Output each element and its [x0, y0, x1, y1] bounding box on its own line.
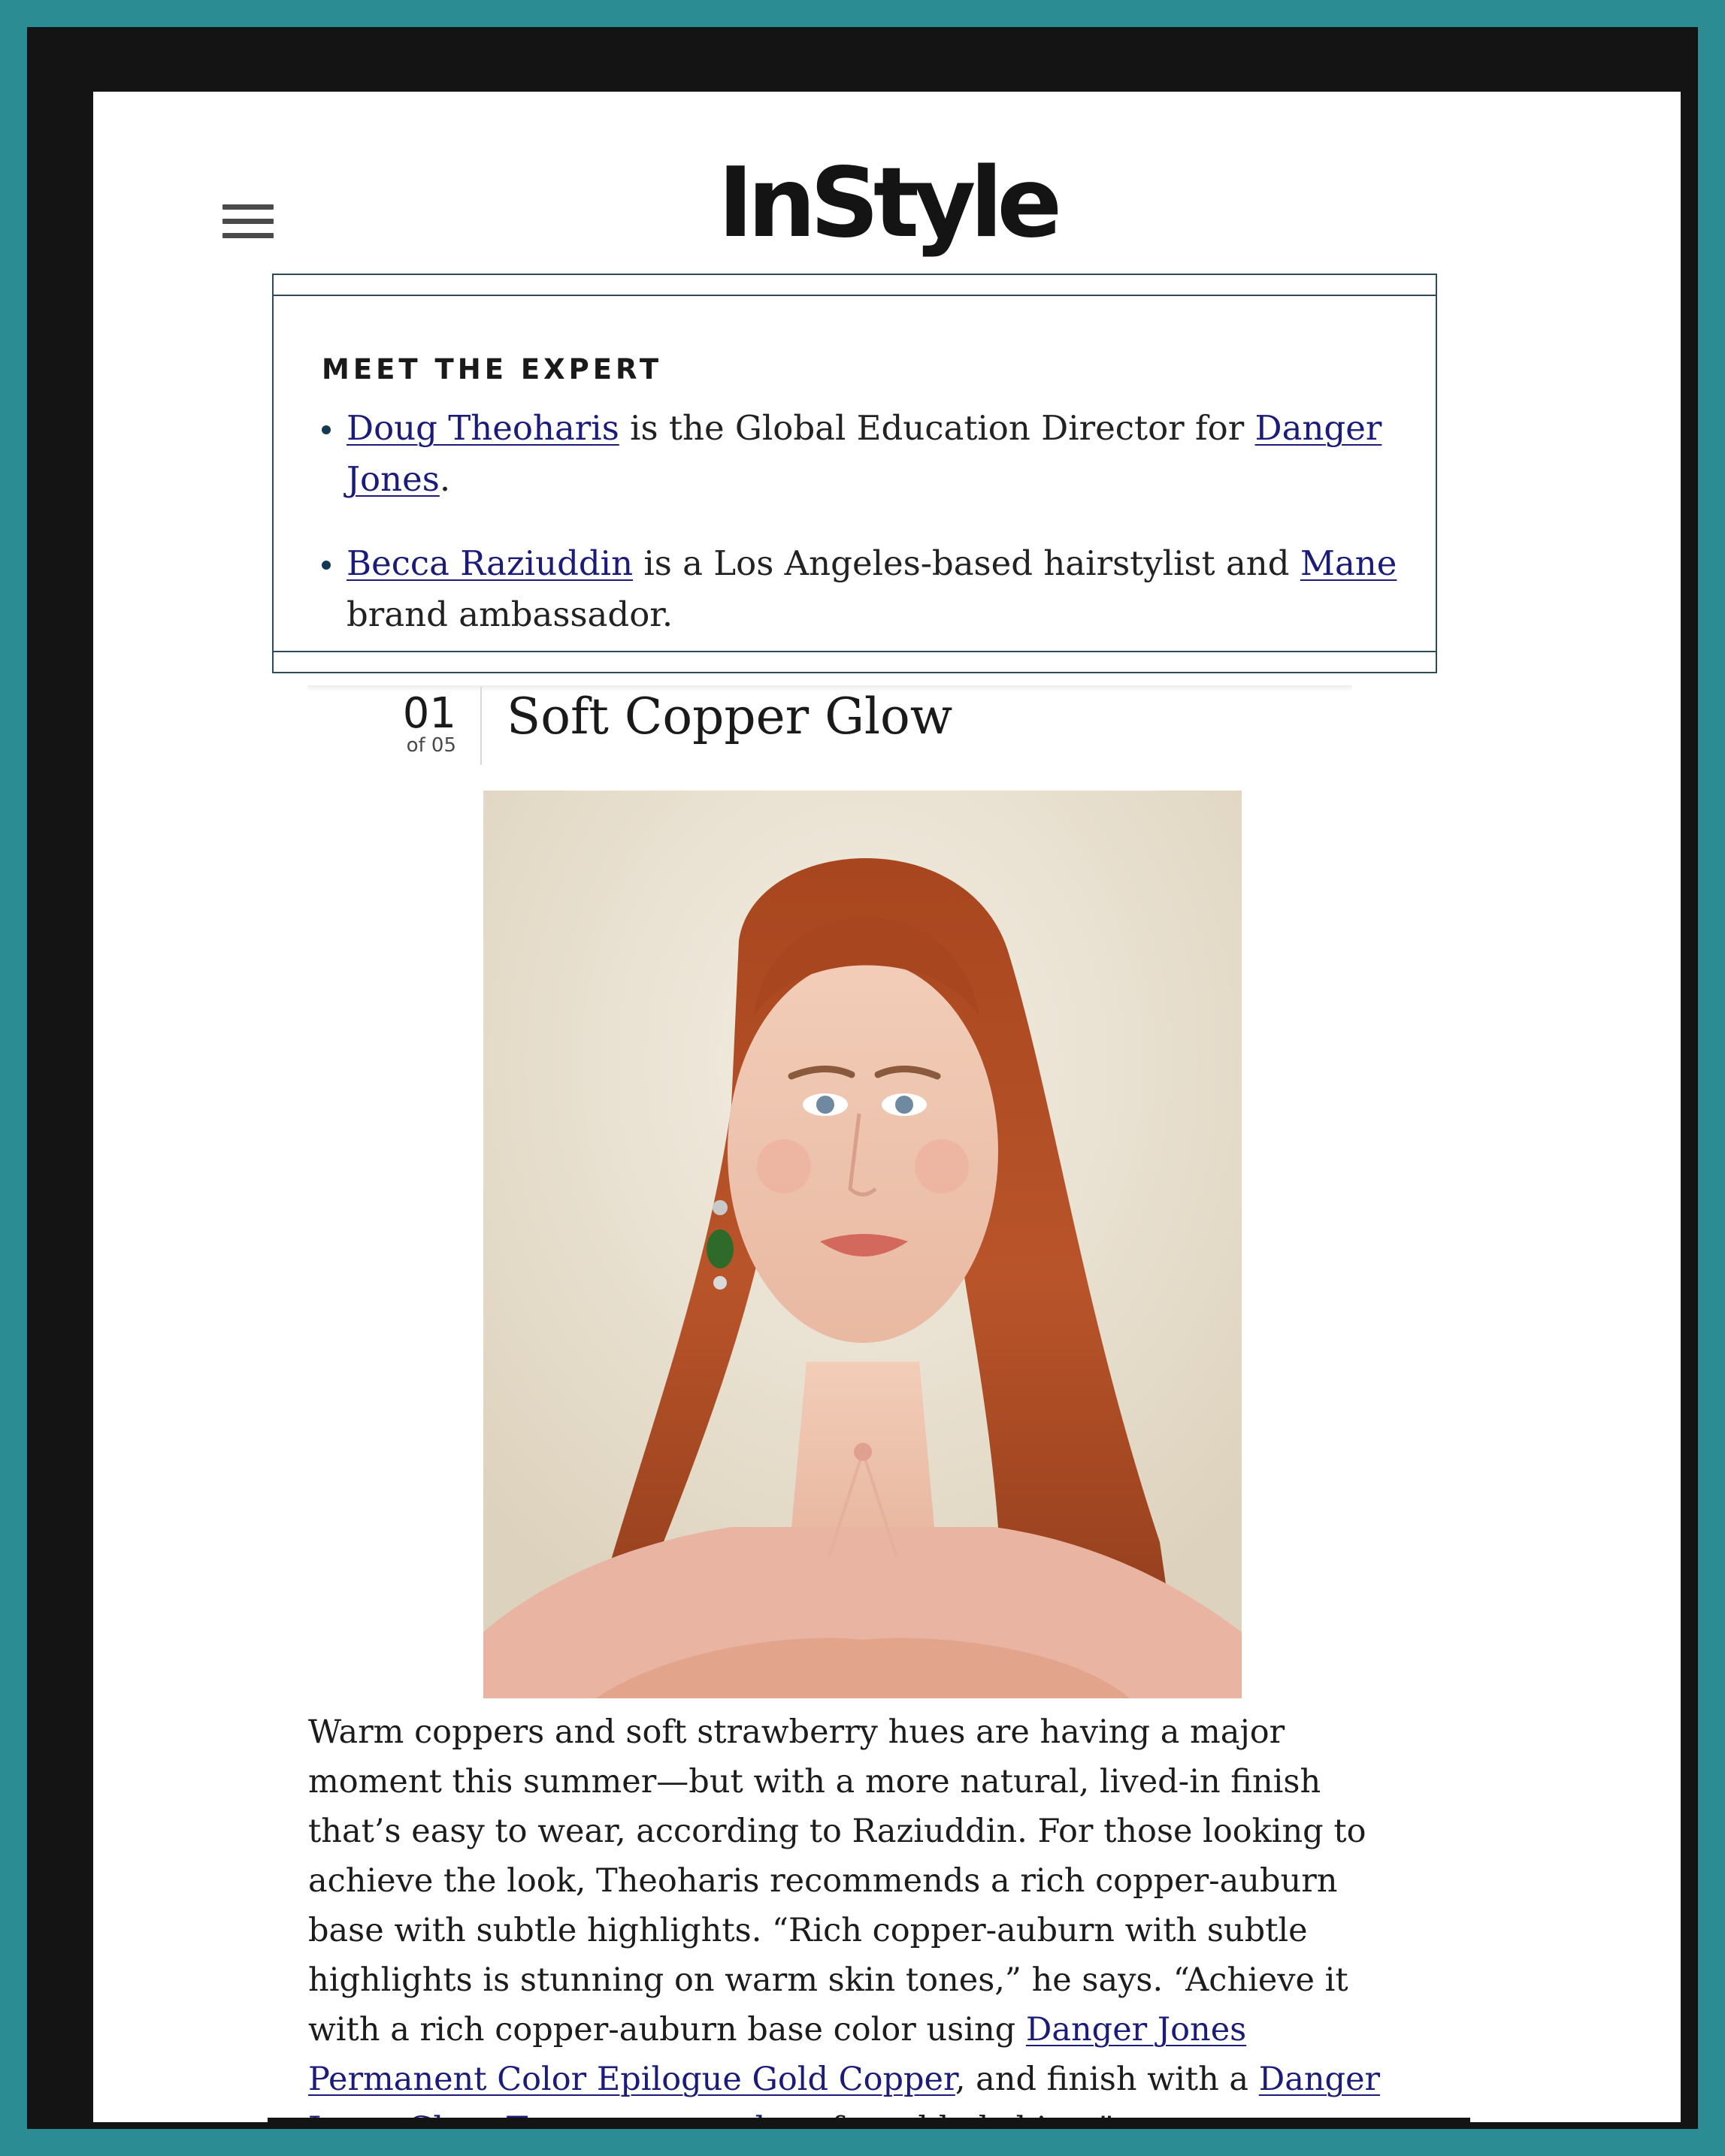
- expert-link-becca-raziuddin[interactable]: Becca Raziuddin: [347, 543, 633, 583]
- list-item-title: Soft Copper Glow: [507, 688, 953, 745]
- device-frame: InStyle MEET THE EXPERT Doug Theoharis i…: [27, 27, 1698, 2129]
- number-divider: [480, 687, 482, 765]
- expert-item: Becca Raziuddin is a Los Angeles-based h…: [322, 538, 1404, 640]
- list-item-count: of 05: [406, 734, 456, 757]
- expert-item: Doug Theoharis is the Global Education D…: [322, 403, 1404, 505]
- portrait-photo: [483, 791, 1242, 1698]
- list-item-number: 01: [402, 689, 456, 738]
- expert-heading: MEET THE EXPERT: [322, 353, 663, 386]
- expert-list: Doug Theoharis is the Global Education D…: [322, 403, 1404, 673]
- web-page: InStyle MEET THE EXPERT Doug Theoharis i…: [93, 92, 1681, 2122]
- page-bottom-edge: [268, 2118, 1470, 2122]
- site-logo[interactable]: InStyle: [93, 156, 1681, 252]
- article-paragraph: Warm coppers and soft strawberry hues ar…: [308, 1707, 1406, 2122]
- meet-the-expert-box: MEET THE EXPERT Doug Theoharis is the Gl…: [272, 274, 1437, 673]
- brand-link-mane[interactable]: Mane: [1300, 543, 1397, 583]
- expert-link-doug-theoharis[interactable]: Doug Theoharis: [347, 408, 619, 448]
